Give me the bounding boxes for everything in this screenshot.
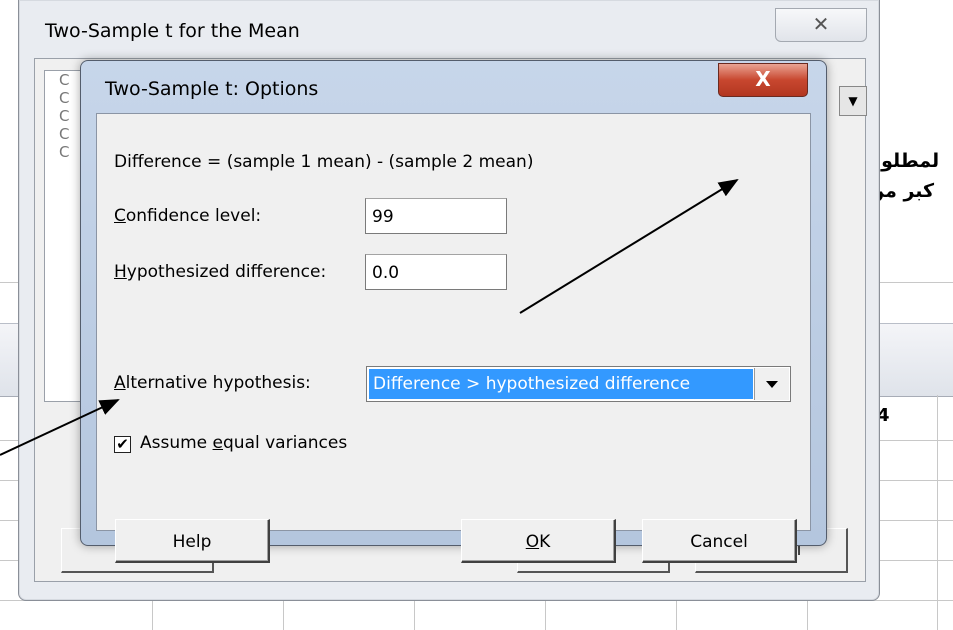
grid-line: [545, 600, 546, 630]
label-text: K: [539, 532, 551, 552]
hypothesized-difference-input[interactable]: 0.0: [365, 254, 507, 290]
dialog-title: Two-Sample t: Options: [105, 78, 319, 100]
cancel-button[interactable]: Cancel: [642, 519, 797, 563]
selected-option[interactable]: Difference > hypothesized difference: [369, 369, 753, 399]
equal-variances-checkbox[interactable]: ✔: [114, 436, 131, 453]
close-button[interactable]: ✕: [775, 8, 867, 42]
mnemonic: H: [114, 262, 127, 282]
grid-line: [283, 600, 284, 630]
label-text: lternative hypothesis:: [125, 373, 311, 393]
help-button[interactable]: Help: [115, 519, 270, 563]
close-button[interactable]: X: [718, 63, 808, 97]
grid-line: [414, 600, 415, 630]
mnemonic: C: [114, 206, 126, 226]
hypothesized-difference-label: Hypothesized difference:: [114, 262, 326, 282]
grid-line: [676, 600, 677, 630]
label-text: qual variances: [223, 433, 348, 453]
ok-button[interactable]: OK: [461, 519, 616, 563]
chevron-down-icon[interactable]: [754, 368, 789, 400]
equal-variances-label[interactable]: Assume equal variances: [140, 433, 347, 453]
alternative-hypothesis-select[interactable]: Difference > hypothesized difference: [366, 366, 791, 402]
mnemonic: e: [212, 433, 224, 453]
label-text: onfidence level:: [125, 206, 262, 226]
label-text: ypothesized difference:: [126, 262, 327, 282]
options-dialog: Two-Sample t: Options X Difference = (sa…: [80, 60, 827, 563]
confidence-level-label: Confidence level:: [114, 206, 261, 226]
dialog-client-area: Difference = (sample 1 mean) - (sample 2…: [96, 113, 811, 563]
grid-line: [807, 600, 808, 630]
chevron-down-icon[interactable]: ▼: [839, 86, 867, 116]
confidence-level-input[interactable]: 99: [365, 198, 507, 234]
label-text: Assume: [140, 433, 213, 453]
grid-line: [937, 395, 938, 630]
grid-line: [152, 600, 153, 630]
alternative-hypothesis-label: Alternative hypothesis:: [114, 373, 311, 393]
dialog-title: Two-Sample t for the Mean: [45, 20, 300, 42]
mnemonic: O: [525, 532, 540, 552]
mnemonic: A: [114, 373, 126, 393]
difference-description: Difference = (sample 1 mean) - (sample 2…: [114, 152, 534, 172]
